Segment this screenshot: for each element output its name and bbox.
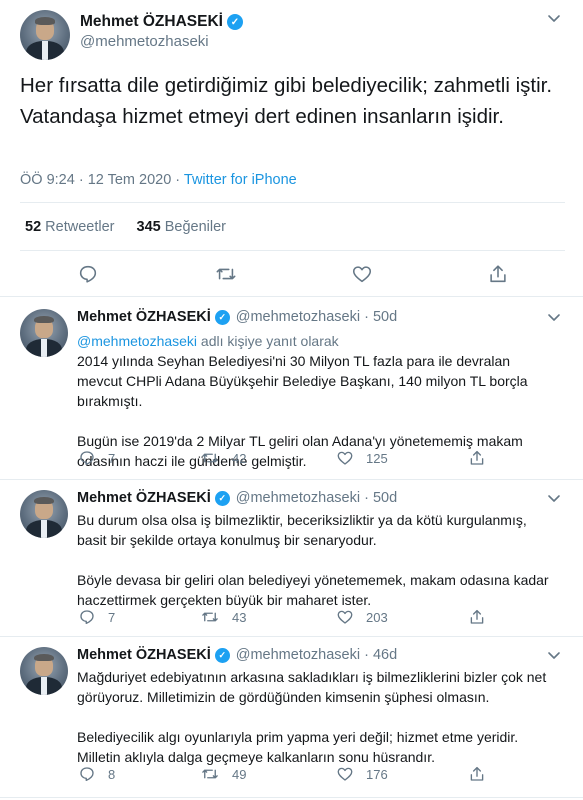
chevron-down-icon[interactable] [546, 10, 562, 31]
reply-button[interactable]: 7 [78, 449, 115, 467]
retweet-icon [202, 769, 218, 779]
tweet-paragraph: Böyle devasa bir geliri olan belediyeyi … [77, 572, 549, 608]
avatar[interactable] [20, 10, 70, 60]
share-button[interactable] [468, 608, 498, 626]
share-icon [470, 609, 484, 624]
like-icon [352, 266, 372, 283]
likes-count: 345 [136, 219, 161, 235]
like-icon [337, 767, 353, 781]
likes-label: Beğeniler [164, 219, 227, 235]
reply-icon [80, 767, 94, 782]
tweet-meta: ÖÖ 9:24 · 12 Tem 2020 · Twitter for iPho… [20, 172, 297, 188]
tweet-paragraph: 2014 yılında Seyhan Belediyesi'ni 30 Mil… [77, 353, 528, 409]
share-button[interactable] [478, 254, 518, 294]
retweet-count: 42 [232, 450, 247, 466]
author-name[interactable]: Mehmet ÖZHASEKİ [80, 13, 223, 31]
divider [20, 250, 565, 251]
like-icon [337, 451, 353, 465]
verified-badge-icon: ✓ [214, 309, 230, 325]
tweet-actions: 8 49 176 [70, 765, 530, 789]
tweet-paragraph: Mağduriyet edebiyatının arkasına sakladı… [77, 669, 547, 705]
retweet-count: 49 [232, 766, 247, 782]
reply-tweet[interactable]: Mehmet ÖZHASEKİ ✓ @mehmetozhaseki · 46d … [0, 637, 583, 798]
tweet-text: Her fırsatta dile getirdiğimiz gibi bele… [20, 74, 553, 128]
retweet-icon [202, 612, 218, 622]
avatar[interactable] [20, 490, 68, 538]
reply-tweet[interactable]: Mehmet ÖZHASEKİ ✓ @mehmetozhaseki · 50d … [0, 480, 583, 637]
like-button[interactable]: 176 [336, 765, 388, 783]
reply-button[interactable]: 8 [78, 765, 115, 783]
share-icon [470, 450, 484, 465]
share-icon [490, 265, 506, 283]
retweets-stat[interactable]: 52 Retweetler [25, 219, 114, 235]
avatar[interactable] [20, 309, 68, 357]
reply-context: @mehmetozhaseki adlı kişiye yanıt olarak [77, 331, 557, 351]
reply-to-link[interactable]: @mehmetozhaseki [77, 333, 197, 349]
reply-count: 7 [108, 450, 116, 466]
retweet-icon [202, 453, 218, 463]
retweets-count: 52 [25, 219, 42, 235]
chevron-down-icon[interactable] [546, 309, 562, 330]
retweets-label: Retweetler [45, 219, 115, 235]
author-handle[interactable]: @mehmetozhaseki · 50d [236, 309, 397, 325]
like-count: 203 [366, 609, 388, 625]
divider [20, 202, 565, 203]
tweet-paragraph: Belediyecilik algı oyunlarıyla prim yapm… [77, 729, 519, 765]
retweet-icon [216, 268, 236, 280]
tweet-paragraph: Bu durum olsa olsa iş bilmezliktir, bece… [77, 512, 527, 548]
like-count: 125 [366, 450, 388, 466]
tweet-stats: 52 Retweetler 345 Beğeniler [25, 219, 226, 235]
reply-icon [80, 610, 94, 625]
verified-badge-icon: ✓ [214, 490, 230, 506]
like-icon [337, 610, 353, 624]
chevron-down-icon[interactable] [546, 647, 562, 668]
author-handle[interactable]: @mehmetozhaseki · 46d [236, 647, 397, 663]
reply-count: 8 [108, 766, 116, 782]
author-handle[interactable]: @mehmetozhaseki [80, 33, 209, 50]
share-button[interactable] [468, 765, 498, 783]
tweet-actions [0, 254, 583, 294]
tweet-actions: 7 43 203 [70, 608, 530, 632]
reply-button[interactable]: 7 [78, 608, 115, 626]
like-button[interactable] [342, 254, 382, 294]
chevron-down-icon[interactable] [546, 490, 562, 511]
author-name[interactable]: Mehmet ÖZHASEKİ [77, 309, 211, 325]
retweet-button[interactable] [206, 254, 246, 294]
retweet-count: 43 [232, 609, 247, 625]
retweet-button[interactable]: 43 [200, 608, 246, 626]
author-handle[interactable]: @mehmetozhaseki · 50d [236, 490, 397, 506]
verified-badge-icon: ✓ [214, 647, 230, 663]
retweet-button[interactable]: 42 [200, 449, 246, 467]
like-button[interactable]: 125 [336, 449, 388, 467]
verified-badge-icon: ✓ [226, 14, 243, 30]
main-tweet: Mehmet ÖZHASEKİ ✓ @mehmetozhaseki Her fı… [0, 0, 583, 297]
tweet-actions: 7 42 125 [70, 449, 530, 473]
tweet-timestamp[interactable]: ÖÖ 9:24 · 12 Tem 2020 · [20, 172, 184, 188]
avatar[interactable] [20, 647, 68, 695]
likes-stat[interactable]: 345 Beğeniler [137, 219, 227, 235]
like-button[interactable]: 203 [336, 608, 388, 626]
tweet-client-link[interactable]: Twitter for iPhone [184, 172, 297, 188]
reply-tweet[interactable]: Mehmet ÖZHASEKİ ✓ @mehmetozhaseki · 50d … [0, 297, 583, 480]
author-name[interactable]: Mehmet ÖZHASEKİ [77, 647, 211, 663]
reply-icon [79, 265, 97, 283]
reply-button[interactable] [68, 254, 108, 294]
retweet-button[interactable]: 49 [200, 765, 246, 783]
author-name[interactable]: Mehmet ÖZHASEKİ [77, 490, 211, 506]
share-button[interactable] [468, 449, 498, 467]
share-icon [470, 766, 484, 781]
reply-to-label: adlı kişiye yanıt olarak [197, 333, 339, 349]
like-count: 176 [366, 766, 388, 782]
reply-count: 7 [108, 609, 116, 625]
reply-icon [80, 451, 94, 466]
